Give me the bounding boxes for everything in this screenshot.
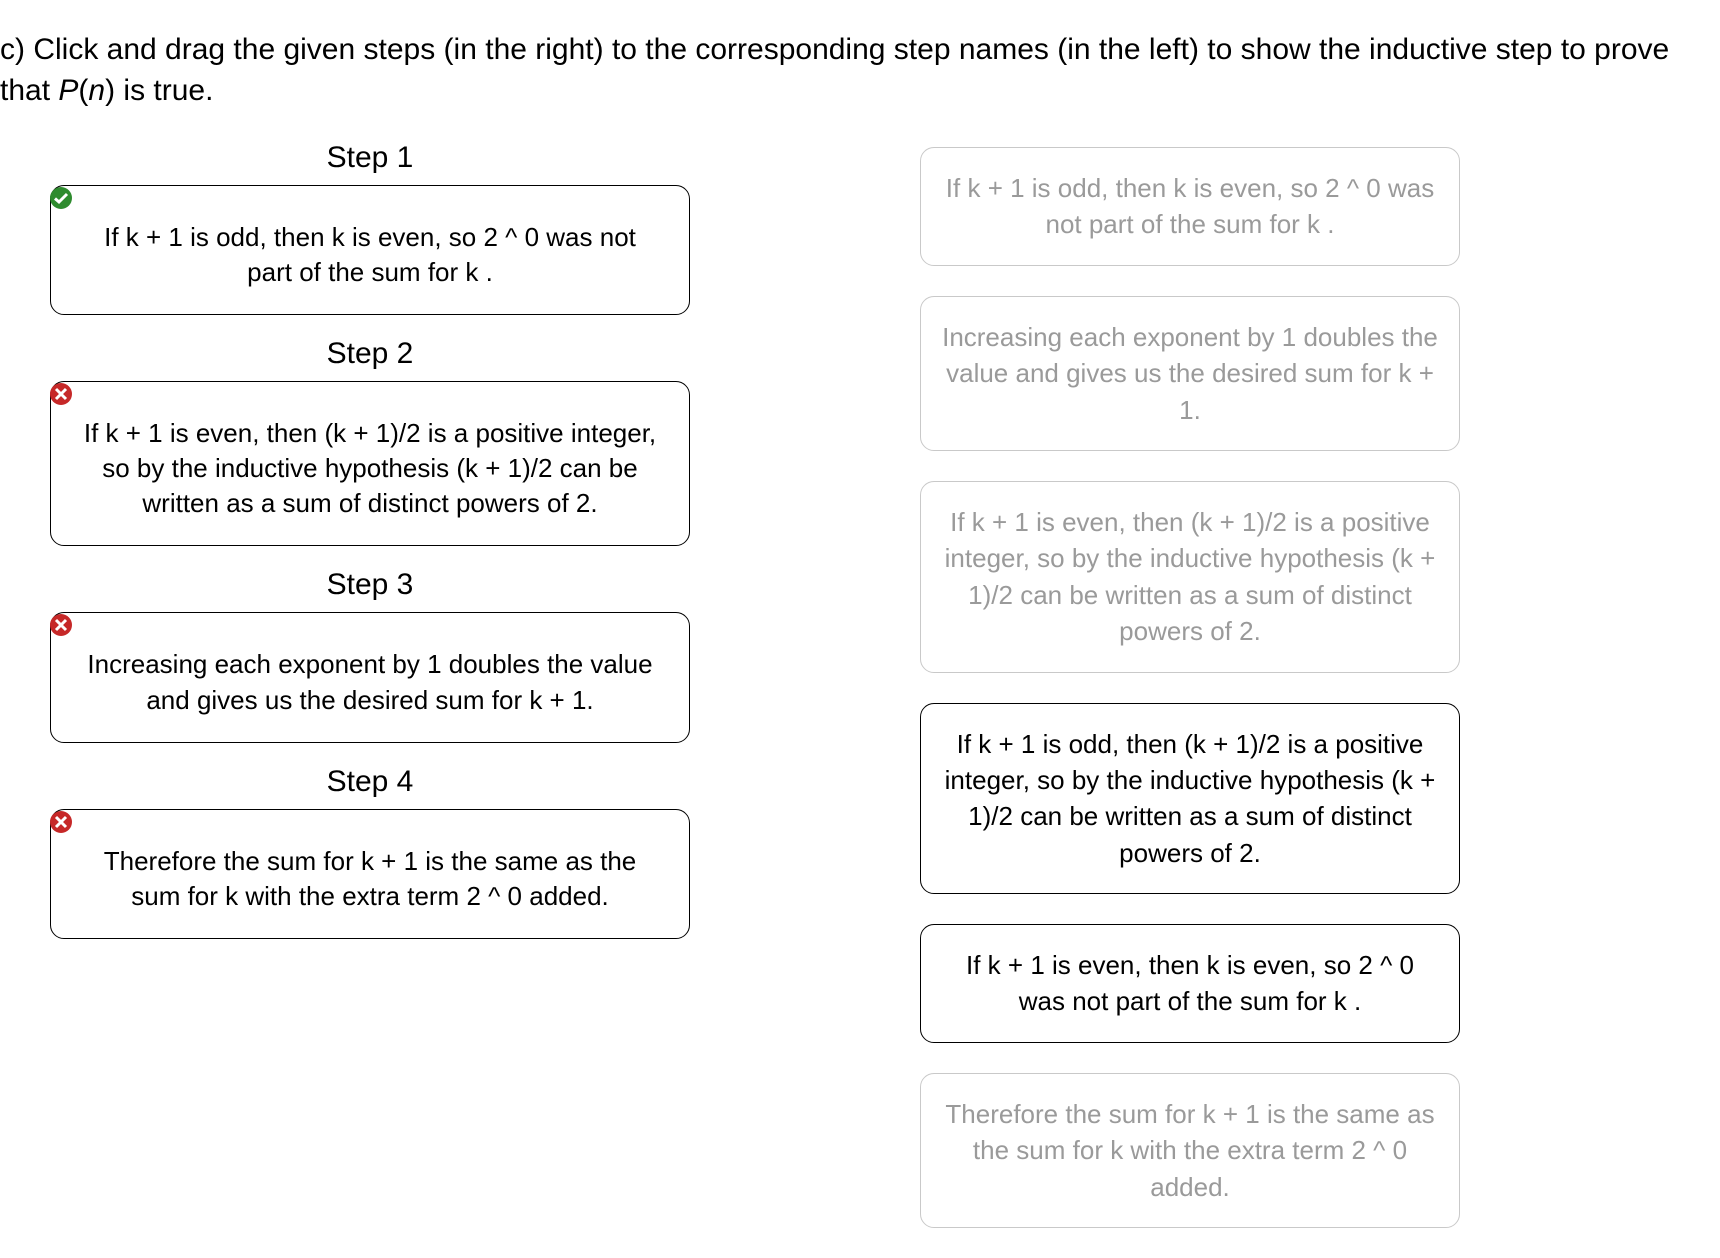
option-text: If k + 1 is even, then (k + 1)/2 is a po… — [945, 507, 1436, 646]
check-icon — [49, 184, 73, 208]
cross-icon — [49, 808, 73, 832]
step-slot-4[interactable]: Step 4 Therefore the sum for k + 1 is th… — [50, 765, 690, 939]
step-text: If k + 1 is even, then (k + 1)/2 is a po… — [84, 418, 656, 518]
cross-icon — [49, 611, 73, 635]
step-text: Increasing each exponent by 1 doubles th… — [87, 649, 652, 714]
drag-option[interactable]: Increasing each exponent by 1 doubles th… — [920, 296, 1460, 451]
drag-option[interactable]: If k + 1 is even, then (k + 1)/2 is a po… — [920, 481, 1460, 673]
step-title: Step 4 — [50, 765, 690, 799]
step-card[interactable]: Therefore the sum for k + 1 is the same … — [50, 809, 690, 939]
drag-option[interactable]: Therefore the sum for k + 1 is the same … — [920, 1073, 1460, 1228]
prompt-suffix: is true. — [115, 74, 213, 107]
step-title: Step 3 — [50, 568, 690, 602]
option-text: If k + 1 is odd, then (k + 1)/2 is a pos… — [945, 729, 1436, 868]
drag-option[interactable]: If k + 1 is odd, then (k + 1)/2 is a pos… — [920, 703, 1460, 895]
option-text: Therefore the sum for k + 1 is the same … — [945, 1099, 1434, 1202]
prompt-prefix: c) Click and drag the given steps (in th… — [0, 33, 1669, 107]
step-slot-2[interactable]: Step 2 If k + 1 is even, then (k + 1)/2 … — [50, 337, 690, 546]
cross-icon — [49, 380, 73, 404]
option-text: Increasing each exponent by 1 doubles th… — [942, 322, 1438, 425]
step-title: Step 1 — [50, 141, 690, 175]
drop-targets-column: Step 1 If k + 1 is odd, then k is even, … — [50, 141, 690, 961]
drag-option[interactable]: If k + 1 is odd, then k is even, so 2 ^ … — [920, 147, 1460, 266]
step-card[interactable]: If k + 1 is even, then (k + 1)/2 is a po… — [50, 381, 690, 546]
drag-option[interactable]: If k + 1 is even, then k is even, so 2 ^… — [920, 924, 1460, 1043]
step-text: Therefore the sum for k + 1 is the same … — [104, 846, 637, 911]
prompt-arg: n — [88, 74, 105, 107]
step-slot-3[interactable]: Step 3 Increasing each exponent by 1 dou… — [50, 568, 690, 742]
step-card[interactable]: If k + 1 is odd, then k is even, so 2 ^ … — [50, 185, 690, 315]
option-text: If k + 1 is even, then k is even, so 2 ^… — [966, 950, 1414, 1016]
question-prompt: c) Click and drag the given steps (in th… — [0, 30, 1680, 111]
step-card[interactable]: Increasing each exponent by 1 doubles th… — [50, 612, 690, 742]
step-slot-1[interactable]: Step 1 If k + 1 is odd, then k is even, … — [50, 141, 690, 315]
step-title: Step 2 — [50, 337, 690, 371]
option-text: If k + 1 is odd, then k is even, so 2 ^ … — [946, 173, 1434, 239]
prompt-fn: P — [58, 74, 78, 107]
drag-options-column: If k + 1 is odd, then k is even, so 2 ^ … — [920, 147, 1460, 1258]
step-text: If k + 1 is odd, then k is even, so 2 ^ … — [104, 222, 636, 287]
